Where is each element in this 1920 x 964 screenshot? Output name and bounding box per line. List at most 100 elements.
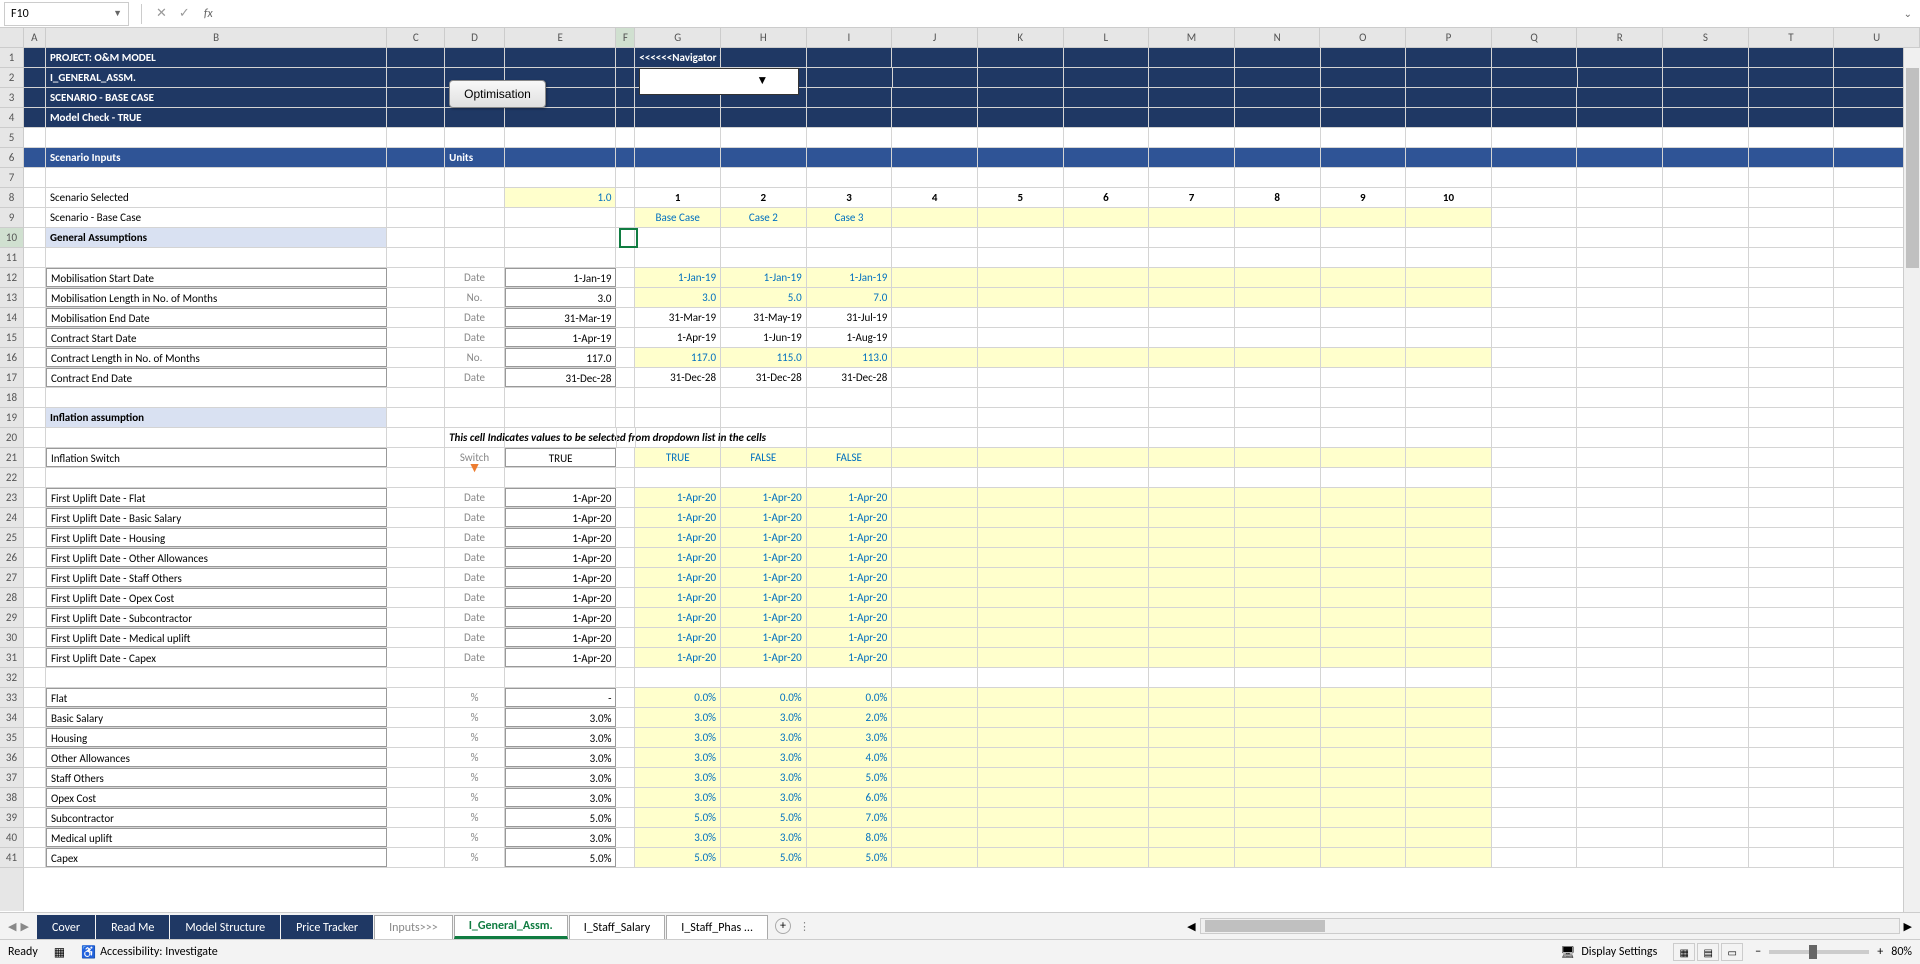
cell[interactable] (1492, 408, 1578, 427)
cell[interactable] (616, 148, 635, 167)
cell[interactable] (1492, 288, 1578, 307)
cell[interactable] (1149, 608, 1235, 627)
cell[interactable] (46, 168, 387, 187)
cell[interactable] (1577, 848, 1663, 867)
row-header[interactable]: 18 (0, 388, 23, 408)
cell[interactable]: 8 (1235, 188, 1321, 207)
cell[interactable] (892, 508, 978, 527)
cell[interactable]: First Uplift Date - Opex Cost (46, 588, 387, 607)
cell[interactable]: 117.0 (635, 348, 721, 367)
cell[interactable]: Case 2 (721, 208, 807, 227)
cell[interactable] (24, 48, 46, 67)
cell[interactable] (24, 128, 46, 147)
cell[interactable] (978, 68, 1064, 87)
cell[interactable] (1321, 668, 1407, 687)
cell[interactable] (387, 808, 445, 827)
cell[interactable] (1321, 688, 1407, 707)
cell[interactable] (505, 168, 617, 187)
cell[interactable]: 1-Apr-20 (635, 608, 721, 627)
cell[interactable] (24, 288, 46, 307)
cell[interactable] (1321, 408, 1407, 427)
cell[interactable] (1406, 688, 1492, 707)
cell[interactable] (1149, 88, 1235, 107)
cell[interactable] (24, 108, 46, 127)
cell[interactable] (1663, 708, 1749, 727)
cell[interactable] (892, 268, 978, 287)
cell[interactable] (892, 828, 978, 847)
cell[interactable] (635, 468, 721, 487)
cell[interactable] (616, 308, 635, 327)
cell[interactable] (387, 768, 445, 787)
cell[interactable] (505, 388, 617, 407)
cell[interactable] (1749, 528, 1835, 547)
cell[interactable] (1321, 148, 1407, 167)
zoom-in-icon[interactable]: + (1877, 945, 1883, 959)
cell[interactable] (1235, 448, 1321, 467)
col-header[interactable]: R (1577, 28, 1663, 47)
cell[interactable] (978, 48, 1064, 67)
cell[interactable] (616, 68, 635, 87)
cell[interactable] (1492, 628, 1578, 647)
cell[interactable] (1492, 508, 1578, 527)
cell[interactable]: Flat (46, 688, 387, 707)
cell[interactable] (24, 508, 46, 527)
cell[interactable]: 10 (1406, 188, 1492, 207)
cell[interactable] (1663, 308, 1749, 327)
cell[interactable] (1577, 228, 1663, 247)
cell[interactable] (1663, 608, 1749, 627)
cell[interactable] (978, 688, 1064, 707)
cell[interactable] (1663, 208, 1749, 227)
row-header[interactable]: 4 (0, 108, 23, 128)
cell[interactable] (1492, 648, 1578, 667)
cell[interactable]: 1-Apr-20 (505, 648, 617, 667)
cell[interactable] (1749, 828, 1835, 847)
cell[interactable]: 1-Apr-20 (807, 648, 893, 667)
row-header[interactable]: 6 (0, 148, 23, 168)
row-header[interactable]: 26 (0, 548, 23, 568)
cell[interactable] (1064, 88, 1150, 107)
cell[interactable]: 1 (635, 188, 721, 207)
cell[interactable]: Units (445, 148, 505, 167)
cell[interactable] (1321, 788, 1407, 807)
cell[interactable] (1406, 248, 1492, 267)
cell[interactable] (1663, 528, 1749, 547)
cell[interactable]: FALSE (721, 448, 807, 467)
cell[interactable] (387, 288, 445, 307)
cell[interactable] (1749, 168, 1835, 187)
accessibility-label[interactable]: Accessibility: Investigate (100, 945, 218, 959)
cell[interactable]: % (445, 828, 505, 847)
cell[interactable] (1064, 808, 1150, 827)
cell[interactable] (1663, 108, 1749, 127)
cell[interactable] (807, 248, 893, 267)
cell[interactable] (505, 428, 617, 447)
cell[interactable] (1064, 748, 1150, 767)
cell[interactable] (617, 428, 636, 447)
cell[interactable] (1492, 148, 1578, 167)
cell[interactable] (1492, 188, 1578, 207)
cell[interactable] (1406, 708, 1492, 727)
col-header[interactable]: A (24, 28, 46, 47)
zoom-level[interactable]: 80% (1891, 945, 1912, 959)
name-box[interactable]: F10 ▼ (4, 2, 129, 26)
cell[interactable]: 3.0% (807, 728, 893, 747)
cell[interactable] (1235, 808, 1321, 827)
cell[interactable] (892, 368, 978, 387)
cell[interactable] (1577, 628, 1663, 647)
cell[interactable]: % (445, 748, 505, 767)
cell[interactable]: Housing (46, 728, 387, 747)
cell[interactable]: Date (445, 608, 505, 627)
cell[interactable] (892, 168, 978, 187)
cell[interactable] (1577, 168, 1663, 187)
cell[interactable]: % (445, 768, 505, 787)
cell[interactable]: 3 (807, 188, 893, 207)
cell[interactable] (978, 708, 1064, 727)
cell[interactable] (1492, 848, 1578, 867)
cell[interactable] (1406, 288, 1492, 307)
navigator-select[interactable]: Read Me▼ (639, 68, 799, 95)
cell[interactable] (1064, 488, 1150, 507)
cell[interactable] (1406, 808, 1492, 827)
cell[interactable]: SCENARIO - BASE CASE (46, 88, 387, 107)
cell[interactable] (1149, 728, 1235, 747)
cell[interactable] (721, 48, 807, 67)
cell[interactable]: Capex (46, 848, 387, 867)
